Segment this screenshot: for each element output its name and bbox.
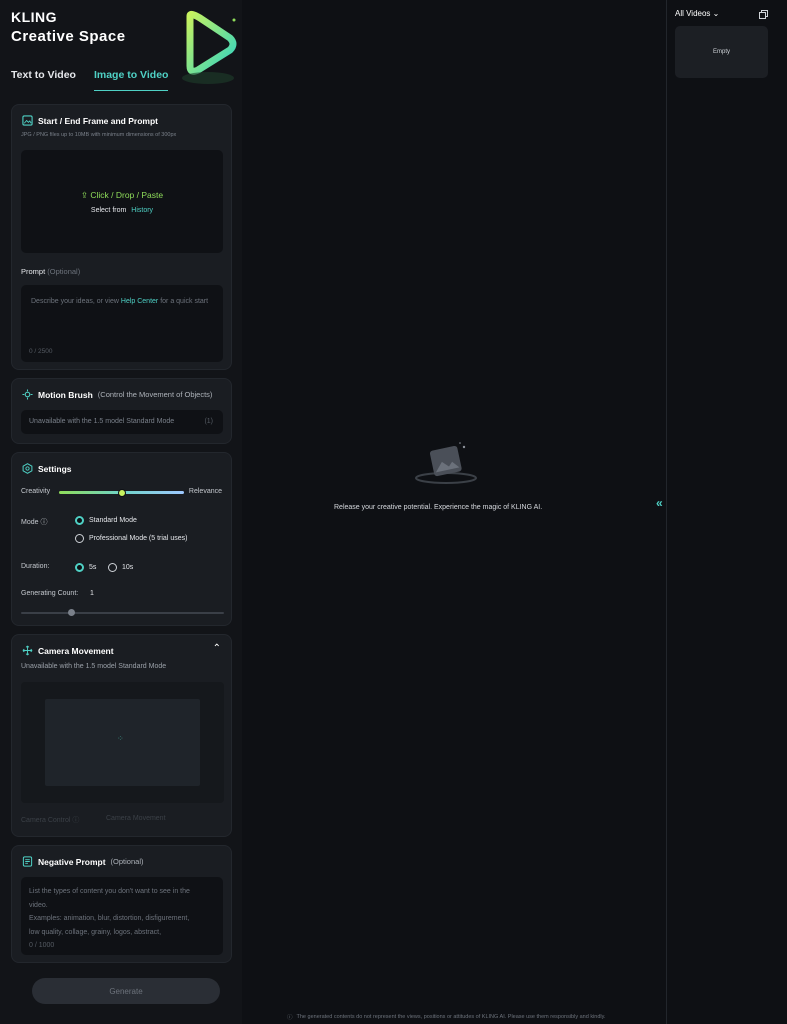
slider-thumb[interactable] [117, 488, 126, 497]
brand-subtitle: Creative Space [11, 28, 126, 45]
motion-brush-unavailable: Unavailable with the 1.5 model Standard … [29, 418, 175, 425]
negative-placeholder-line2: video. [29, 901, 48, 909]
upload-icon: ⇪ [80, 190, 91, 200]
negative-counter: 0 / 1000 [29, 942, 55, 949]
motion-brush-subtitle: (Control the Movement of Objects) [97, 390, 213, 399]
history-link[interactable]: History [131, 207, 153, 214]
chevron-down-icon: ⌄ [712, 9, 720, 18]
prompt-placeholder-end: for a quick start [160, 298, 209, 305]
duration-label: Duration: [21, 563, 50, 570]
tab-image-to-video[interactable]: Image to Video [93, 69, 169, 91]
mode-standard-label: Standard Mode [89, 517, 137, 524]
frame-prompt-card: Start / End Frame and Prompt JPG / PNG f… [11, 104, 232, 370]
copy-icon[interactable] [759, 10, 768, 19]
negative-placeholder-line1: List the types of content you don't want… [29, 888, 190, 895]
motion-brush-box: Unavailable with the 1.5 model Standard … [21, 410, 223, 434]
camera-movement-title: Camera Movement [38, 645, 114, 656]
mode-standard-option[interactable]: Standard Mode [75, 516, 137, 525]
generating-count-slider[interactable] [21, 609, 224, 616]
upload-label: Click / Drop / Paste [90, 190, 164, 200]
generating-count-value: 1 [90, 590, 94, 597]
help-center-link[interactable]: Help Center [121, 298, 158, 305]
negative-prompt-card: Negative Prompt (Optional) List the type… [11, 845, 232, 963]
negative-prompt-input[interactable]: List the types of content you don't want… [21, 877, 223, 955]
tab-text-to-video[interactable]: Text to Video [11, 69, 76, 91]
negative-placeholder-line3: Examples: animation, blur, distortion, d… [29, 915, 190, 922]
image-icon [22, 115, 33, 126]
app-root: { "brand": {"line1": "KLING", "line2": "… [0, 0, 787, 1024]
relevance-label: Relevance [188, 488, 222, 495]
motion-brush-card: Motion Brush (Control the Movement of Ob… [11, 378, 232, 444]
camera-preview-frame: ⁘ [45, 699, 200, 786]
upload-dropzone[interactable]: ⇪ Click / Drop / Paste Select from Histo… [21, 150, 223, 253]
upload-hint: JPG / PNG files up to 10MB with minimum … [21, 132, 177, 138]
mode-tabs: Text to Video Image to Video [11, 69, 169, 91]
generate-button[interactable]: Generate [32, 978, 220, 1004]
empty-video-card: Empty [675, 26, 768, 78]
duration-5s-option[interactable]: 5s [75, 563, 96, 572]
motion-brush-title: Motion Brush [38, 389, 93, 400]
settings-title: Settings [38, 463, 72, 474]
video-filter-label: All Videos [675, 9, 711, 18]
radio-selected-icon [75, 563, 84, 572]
duration-10s-label: 10s [122, 564, 134, 571]
select-from-label: Select from [90, 207, 127, 214]
frame-title: Start / End Frame and Prompt [38, 115, 158, 126]
creativity-relevance-slider[interactable] [59, 488, 184, 497]
footer-text: The generated contents do not represent … [296, 1014, 606, 1020]
main-message: Release your creative potential. Experie… [334, 504, 543, 511]
video-filter-dropdown[interactable]: All Videos ⌄ [675, 9, 719, 18]
settings-card: Settings Creativity Relevance Mode ⓘ Sta… [11, 452, 232, 626]
mode-professional-label: Professional Mode (5 trial uses) [89, 535, 188, 542]
camera-move-icon [22, 645, 33, 656]
kling-logo-icon [182, 10, 237, 84]
note-icon [22, 856, 33, 867]
radio-unselected-icon [75, 534, 84, 543]
negative-placeholder-line4: low quality, collage, grainy, logos, abs… [29, 928, 162, 936]
collapse-panel-icon[interactable]: « [656, 496, 663, 510]
prompt-optional: (Optional) [47, 267, 81, 276]
prompt-placeholder-start: Describe your ideas, or view [31, 298, 119, 305]
camera-movement-select: Camera Movement [106, 815, 166, 822]
camera-unavailable: Unavailable with the 1.5 model Standard … [21, 663, 167, 670]
settings-icon [22, 463, 33, 474]
duration-10s-option[interactable]: 10s [108, 563, 133, 572]
mode-label: Mode [21, 519, 39, 526]
prompt-counter: 0 / 2500 [29, 348, 53, 355]
mode-professional-option[interactable]: Professional Mode (5 trial uses) [75, 534, 187, 543]
info-icon: ⓘ [287, 1015, 293, 1021]
radio-selected-icon [75, 516, 84, 525]
footer-disclaimer: ⓘ The generated contents do not represen… [287, 1013, 606, 1021]
creativity-label: Creativity [21, 488, 51, 495]
crosshair-icon: ⁘ [117, 734, 124, 743]
camera-movement-card: Camera Movement ⌃ Unavailable with the 1… [11, 634, 232, 837]
right-panel: All Videos ⌄ Empty [666, 0, 787, 1024]
chevron-up-icon[interactable]: ⌃ [213, 643, 221, 654]
brand-title: KLING [11, 9, 58, 25]
prompt-label: Prompt [21, 267, 46, 276]
camera-preview-area: ⁘ [21, 682, 224, 803]
camera-control-label: Camera Control [21, 817, 71, 824]
prompt-input[interactable]: Describe your ideas, or view Help Center… [21, 285, 223, 362]
info-icon: ⓘ [40, 519, 48, 526]
motion-brush-count: (1) [204, 418, 213, 425]
generating-count-label: Generating Count: [21, 590, 79, 597]
negative-prompt-optional: (Optional) [110, 857, 144, 866]
sidebar: KLING Creative Space Text to Video Image… [0, 0, 242, 1024]
negative-prompt-title: Negative Prompt [38, 856, 106, 867]
motion-brush-icon [22, 389, 33, 400]
duration-5s-label: 5s [89, 564, 97, 571]
count-slider-thumb[interactable] [68, 609, 76, 616]
radio-unselected-icon [108, 563, 117, 572]
empty-gallery-icon [415, 442, 477, 484]
